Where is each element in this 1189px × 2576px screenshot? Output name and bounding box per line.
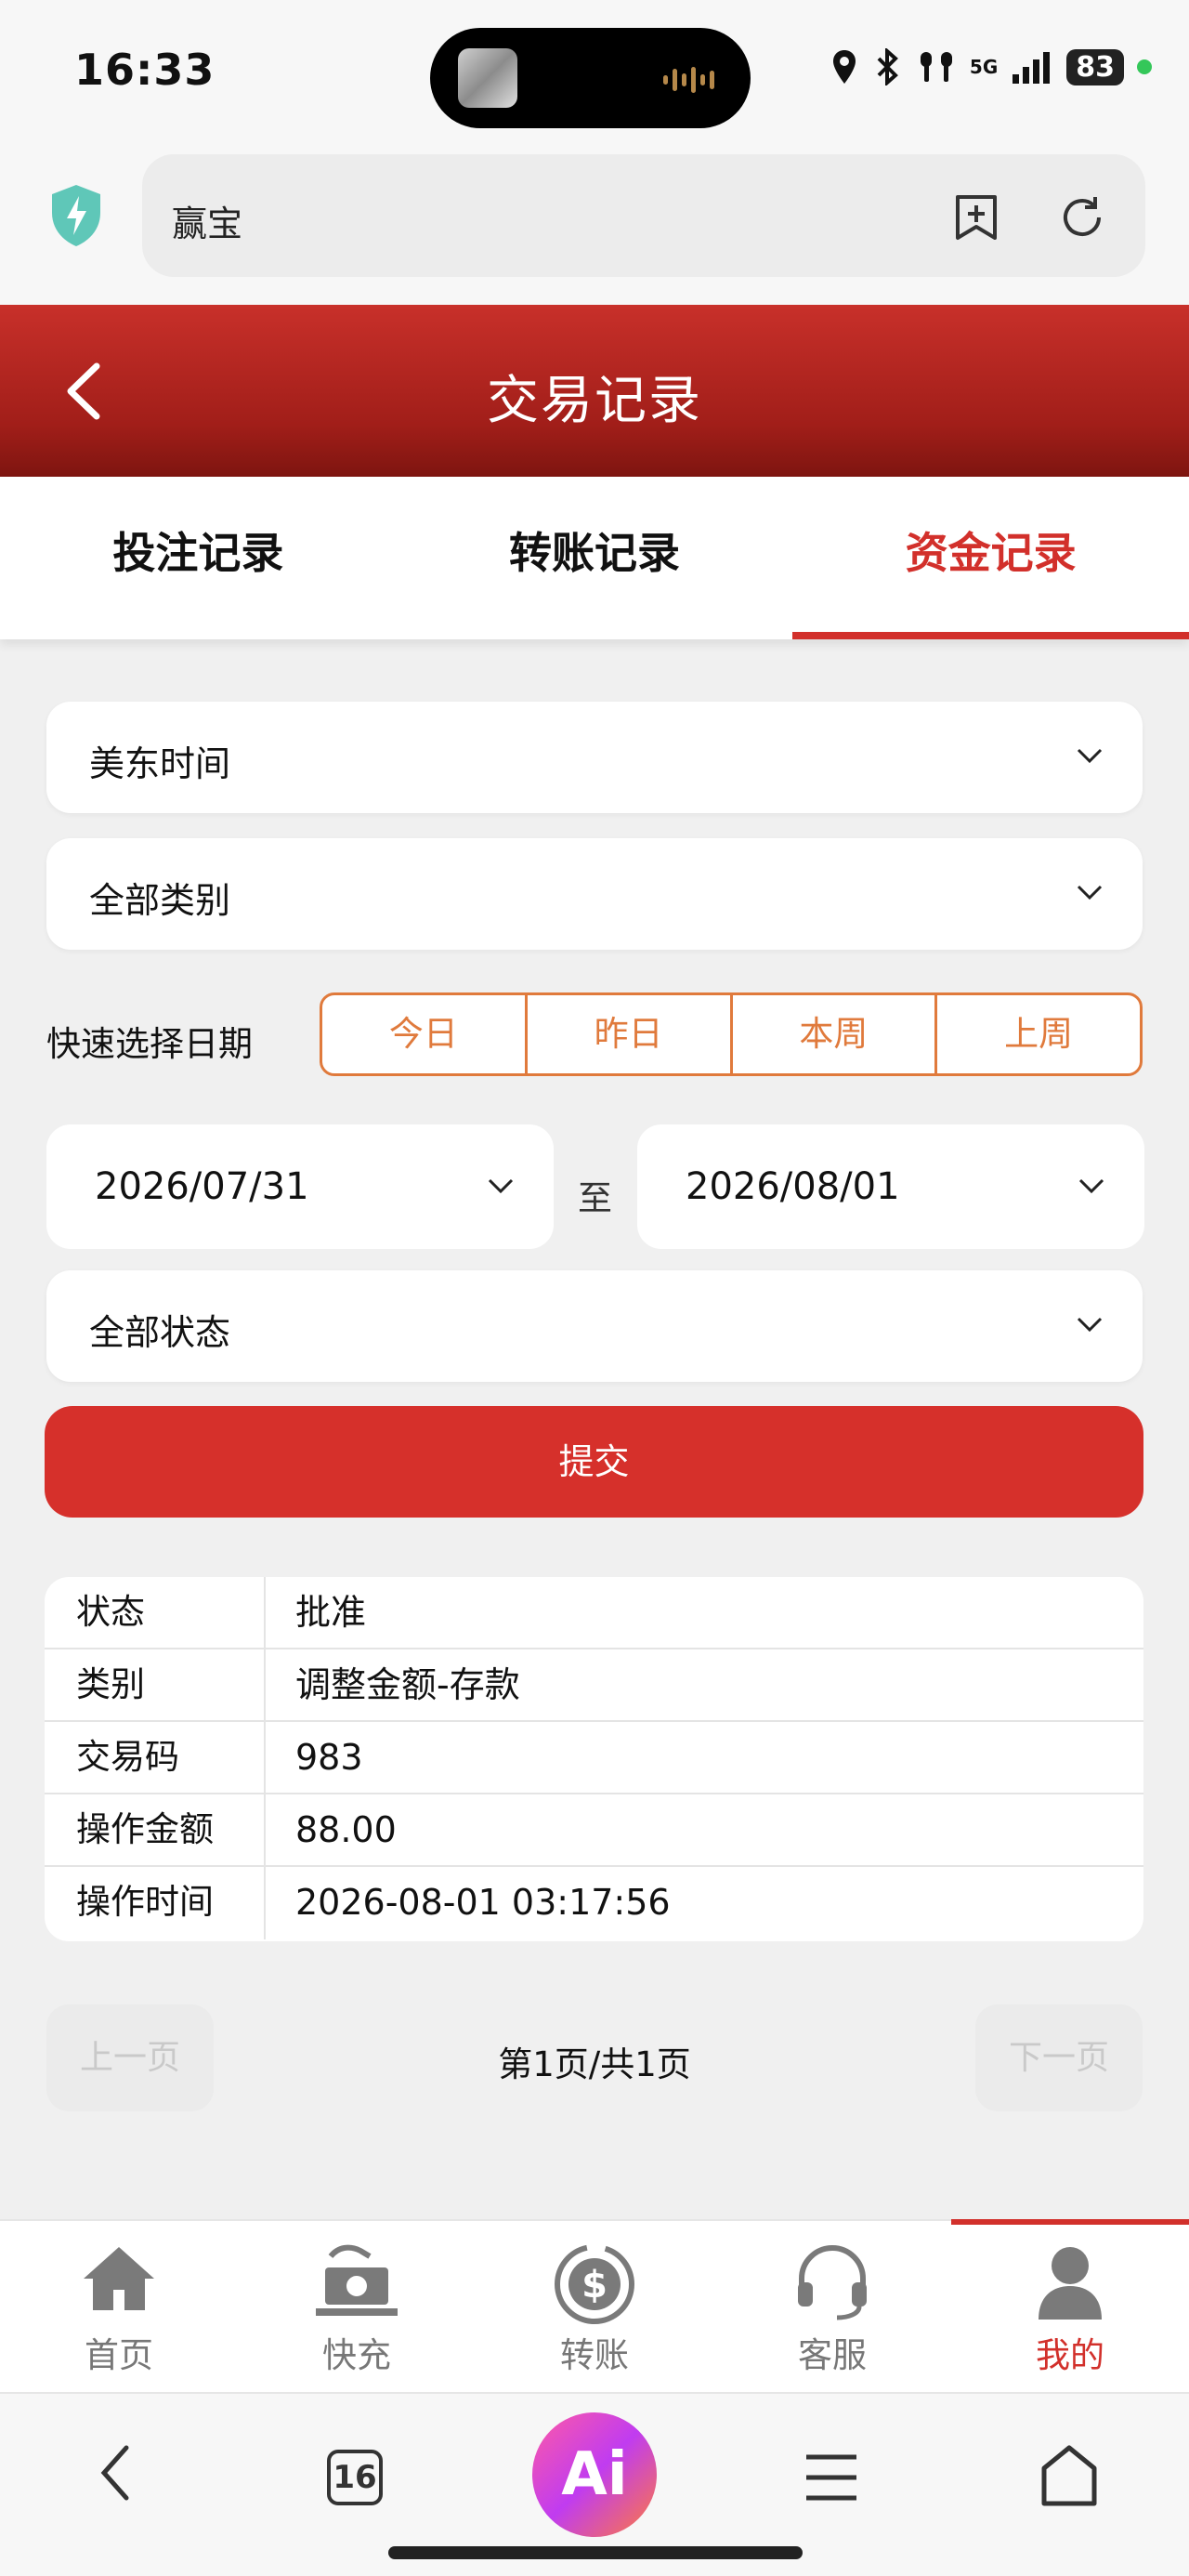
audio-wave-icon — [663, 67, 719, 93]
quick-date-label: 快速选择日期 — [46, 1024, 253, 1064]
date-range-separator: 至 — [578, 1178, 612, 1218]
status-bar: 16:33 5G 83 — [0, 0, 1189, 149]
nav-quick-deposit[interactable]: 快充 — [238, 2221, 476, 2392]
tab-transfer-records[interactable]: 转账记录 — [397, 477, 793, 639]
transfer-dollar-icon: $ — [555, 2244, 634, 2324]
browser-address-bar: 赢宝 — [0, 149, 1189, 307]
timezone-select[interactable]: 美东时间 — [46, 702, 1143, 813]
quick-date-group: 今日 昨日 本周 上周 — [320, 992, 1143, 1076]
status-time: 16:33 — [74, 45, 216, 95]
reload-icon[interactable] — [1056, 191, 1108, 243]
next-page-button[interactable]: 下一页 — [975, 2004, 1143, 2111]
row-key: 类别 — [45, 1649, 266, 1720]
quick-date-today[interactable]: 今日 — [322, 995, 528, 1073]
location-icon — [832, 50, 856, 84]
url-field[interactable]: 赢宝 — [142, 154, 1145, 277]
status-icons: 5G 83 — [830, 48, 1152, 85]
mic-active-dot — [1137, 59, 1152, 74]
ai-assistant-button[interactable]: Ai — [532, 2412, 657, 2537]
category-select[interactable]: 全部类别 — [46, 838, 1143, 950]
tab-bet-records[interactable]: 投注记录 — [0, 477, 397, 639]
status-select[interactable]: 全部状态 — [46, 1270, 1143, 1382]
quick-date-last-week[interactable]: 上周 — [937, 995, 1140, 1073]
row-value: 88.00 — [295, 1809, 397, 1850]
network-type: 5G — [969, 56, 999, 78]
row-key: 交易码 — [45, 1722, 266, 1793]
nav-quick-deposit-label: 快充 — [322, 2335, 391, 2375]
url-text: 赢宝 — [172, 204, 243, 244]
bluetooth-icon — [877, 48, 898, 85]
row-value: 2026-08-01 03:17:56 — [295, 1882, 671, 1923]
chevron-down-icon — [1078, 1178, 1104, 1194]
bottom-nav: 首页 快充 $ 转账 客服 我的 — [0, 2219, 1189, 2392]
nav-customer-service-label: 客服 — [798, 2335, 867, 2375]
record-tabs: 投注记录 转账记录 资金记录 — [0, 477, 1189, 639]
row-key: 操作金额 — [45, 1794, 266, 1865]
start-date-value: 2026/07/31 — [95, 1165, 309, 1208]
start-date-picker[interactable]: 2026/07/31 — [46, 1124, 554, 1249]
cash-deposit-icon — [316, 2244, 398, 2316]
nav-customer-service[interactable]: 客服 — [713, 2221, 951, 2392]
row-key: 操作时间 — [45, 1867, 266, 1939]
page-title: 交易记录 — [487, 371, 702, 431]
table-row: 操作时间 2026-08-01 03:17:56 — [45, 1867, 1143, 1939]
table-row: 交易码 983 — [45, 1722, 1143, 1794]
row-key: 状态 — [45, 1577, 266, 1648]
media-thumbnail — [458, 48, 517, 108]
nav-transfer-label: 转账 — [560, 2335, 629, 2375]
chevron-down-icon — [1077, 748, 1103, 764]
earbuds-icon — [920, 52, 952, 82]
nav-mine[interactable]: 我的 — [951, 2219, 1189, 2392]
page-header: 交易记录 — [0, 305, 1189, 477]
nav-home-label: 首页 — [85, 2335, 153, 2375]
timezone-value: 美东时间 — [89, 743, 231, 784]
row-value: 983 — [295, 1737, 363, 1778]
svg-text:$: $ — [581, 2264, 608, 2307]
quick-date-this-week[interactable]: 本周 — [733, 995, 938, 1073]
submit-button[interactable]: 提交 — [45, 1406, 1143, 1518]
nav-mine-label: 我的 — [1036, 2335, 1104, 2375]
menu-icon[interactable] — [804, 2451, 858, 2504]
user-icon — [1039, 2247, 1102, 2320]
end-date-picker[interactable]: 2026/08/01 — [637, 1124, 1144, 1249]
home-icon — [84, 2247, 154, 2310]
browser-back-icon[interactable] — [97, 2440, 134, 2505]
status-value: 全部状态 — [89, 1312, 231, 1353]
table-row: 状态 批准 — [45, 1577, 1143, 1649]
table-row: 操作金额 88.00 — [45, 1794, 1143, 1867]
add-bookmark-icon[interactable] — [950, 191, 1002, 243]
nav-home[interactable]: 首页 — [0, 2221, 238, 2392]
signal-icon — [1013, 52, 1051, 84]
table-row: 类别 调整金额-存款 — [45, 1649, 1143, 1722]
chevron-down-icon — [1077, 885, 1103, 900]
headset-icon — [798, 2245, 867, 2320]
dynamic-island[interactable] — [430, 28, 751, 128]
row-value: 调整金额-存款 — [295, 1664, 520, 1705]
security-shield-icon[interactable] — [48, 183, 104, 248]
end-date-value: 2026/08/01 — [686, 1165, 900, 1208]
chevron-down-icon — [1077, 1317, 1103, 1333]
record-card: 状态 批准 类别 调整金额-存款 交易码 983 操作金额 88.00 操作时间… — [45, 1577, 1143, 1941]
row-value: 批准 — [295, 1592, 367, 1633]
category-value: 全部类别 — [89, 880, 231, 921]
browser-home-icon[interactable] — [1040, 2444, 1098, 2509]
nav-transfer[interactable]: $ 转账 — [476, 2221, 713, 2392]
battery-indicator: 83 — [1066, 48, 1124, 85]
tab-fund-records[interactable]: 资金记录 — [792, 477, 1189, 639]
home-indicator[interactable] — [388, 2546, 803, 2559]
quick-date-yesterday[interactable]: 昨日 — [528, 995, 733, 1073]
tabs-count-button[interactable]: 16 — [327, 2450, 383, 2505]
chevron-down-icon — [488, 1178, 514, 1194]
